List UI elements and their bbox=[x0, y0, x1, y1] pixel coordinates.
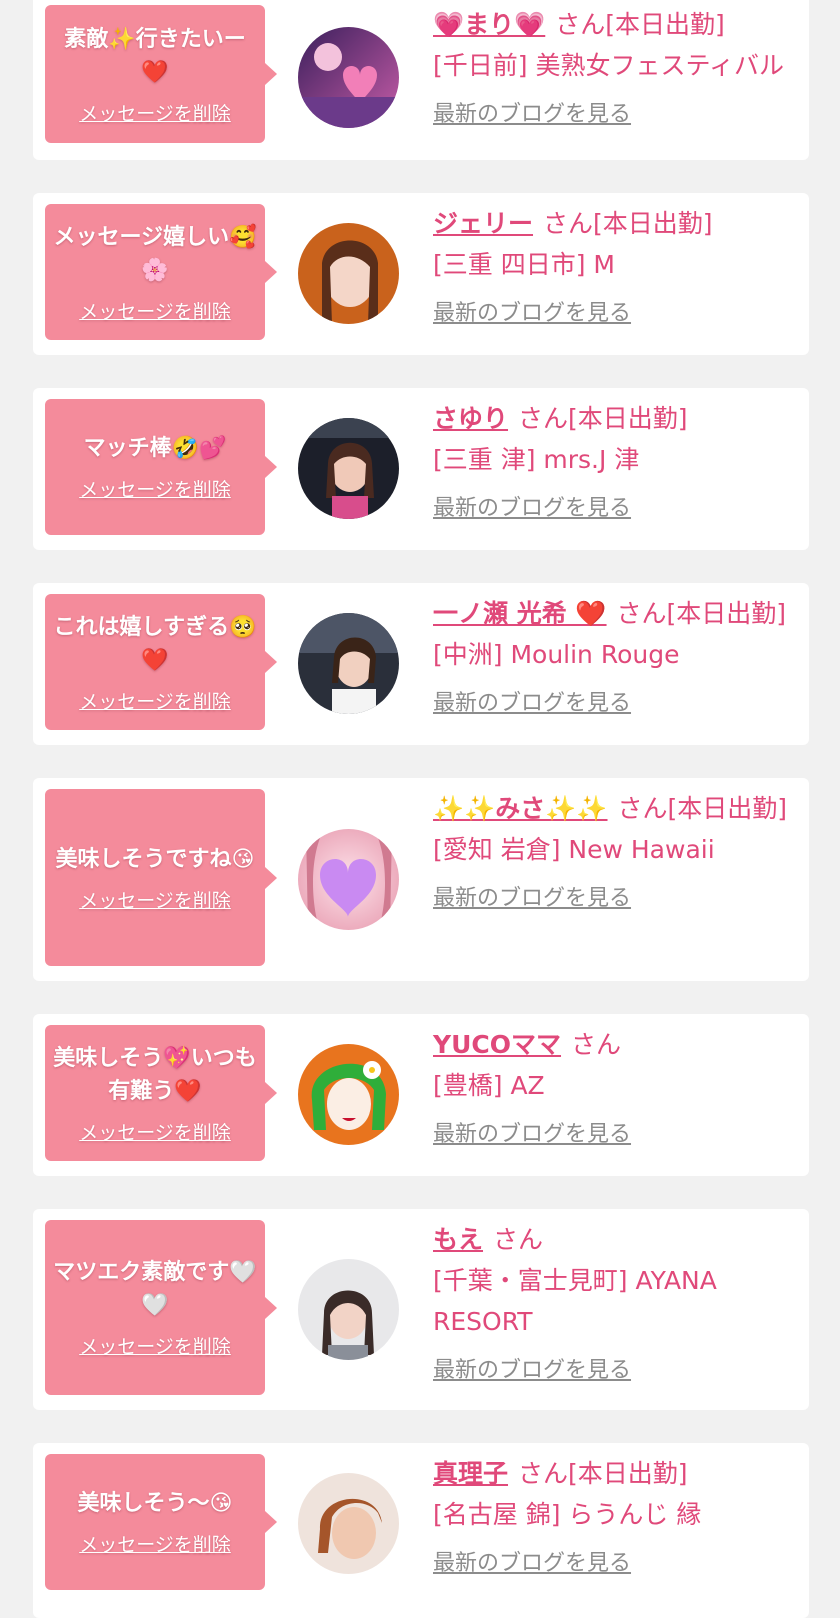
shop-label: [三重 津] mrs.J 津 bbox=[433, 445, 640, 474]
message-bubble: これは嬉しすぎる🥺❤️ メッセージを削除 bbox=[45, 594, 277, 730]
message-card: 素敵✨行きたいー❤️ メッセージを削除 💗まり💗 さん[本日出勤] [千日前] 美… bbox=[33, 0, 809, 160]
sender-info: 一ノ瀬 光希 ❤️ さん[本日出勤] [中洲] Moulin Rouge 最新のブ… bbox=[433, 593, 791, 717]
avatar-photo-icon bbox=[298, 1259, 399, 1360]
avatar[interactable] bbox=[298, 1473, 399, 1574]
message-card: マツエク素敵です🤍🤍 メッセージを削除 もえ さん [千葉・富士見町] AYANA… bbox=[33, 1209, 809, 1410]
shop-label: [名古屋 錦] らうんじ 縁 bbox=[433, 1500, 702, 1529]
message-card: マッチ棒🤣💕 メッセージを削除 さゆり さん[本日出勤] [三重 津] mrs.J… bbox=[33, 388, 809, 550]
sender-info: YUCOママ さん [豊橋] AZ 最新のブログを見る bbox=[433, 1024, 791, 1148]
message-bubble: 美味しそう〜😘 メッセージを削除 bbox=[45, 1454, 277, 1590]
sender-info: 真理子 さん[本日出勤] [名古屋 錦] らうんじ 縁 最新のブログを見る bbox=[433, 1453, 791, 1577]
sender-name-link[interactable]: ✨✨みさ✨✨ bbox=[433, 794, 608, 823]
avatar-photo-icon bbox=[298, 418, 399, 519]
message-card: 美味しそうですね😘 メッセージを削除 ✨✨みさ✨✨ さん[本日出勤] [愛知 岩倉… bbox=[33, 778, 809, 981]
message-text: マッチ棒🤣💕 bbox=[83, 436, 227, 461]
shop-label: [豊橋] AZ bbox=[433, 1071, 545, 1100]
avatar-photo-icon bbox=[298, 223, 399, 324]
avatar-photo-icon bbox=[298, 613, 399, 714]
shop-label: [中洲] Moulin Rouge bbox=[433, 640, 680, 669]
delete-message-link[interactable]: メッセージを削除 bbox=[79, 886, 231, 913]
sender-name-link[interactable]: 💗まり💗 bbox=[433, 10, 545, 39]
message-text: 美味しそう💖いつも有難う❤️ bbox=[53, 1045, 257, 1104]
message-text: 美味しそう〜😘 bbox=[77, 1491, 233, 1516]
sender-honorific: さん bbox=[493, 1225, 544, 1254]
sender-name-link[interactable]: ジェリー bbox=[433, 209, 533, 238]
sender-honorific: さん[本日出勤] bbox=[617, 794, 788, 823]
sender-name-link[interactable]: もえ bbox=[433, 1225, 483, 1254]
message-bubble: 美味しそう💖いつも有難う❤️ メッセージを削除 bbox=[45, 1025, 277, 1161]
sender-honorific: さん[本日出勤] bbox=[518, 404, 688, 433]
sender-name-link[interactable]: さゆり bbox=[433, 404, 508, 433]
avatar[interactable] bbox=[298, 1259, 399, 1360]
message-card: 美味しそう💖いつも有難う❤️ メッセージを削除 YUCOママ さん [豊橋] AZ… bbox=[33, 1014, 809, 1176]
avatar[interactable] bbox=[298, 418, 399, 519]
shop-label: [三重 四日市] M bbox=[433, 250, 615, 279]
sender-name-link[interactable]: YUCOママ bbox=[433, 1030, 561, 1059]
message-text: マツエク素敵です🤍🤍 bbox=[53, 1260, 257, 1318]
delete-message-link[interactable]: メッセージを削除 bbox=[79, 1118, 231, 1145]
sender-honorific: さん[本日出勤] bbox=[555, 10, 725, 39]
shop-label: [千葉・富士見町] AYANA RESORT bbox=[433, 1266, 717, 1336]
delete-message-link[interactable]: メッセージを削除 bbox=[79, 1332, 231, 1359]
latest-blog-link[interactable]: 最新のブログを見る bbox=[433, 1545, 631, 1577]
sender-honorific: さん bbox=[571, 1030, 622, 1059]
shop-label: [愛知 岩倉] New Hawaii bbox=[433, 835, 715, 864]
latest-blog-link[interactable]: 最新のブログを見る bbox=[433, 295, 631, 327]
sender-info: ジェリー さん[本日出勤] [三重 四日市] M 最新のブログを見る bbox=[433, 203, 791, 327]
avatar[interactable] bbox=[298, 27, 399, 128]
message-bubble: 素敵✨行きたいー❤️ メッセージを削除 bbox=[45, 5, 277, 143]
sender-info: もえ さん [千葉・富士見町] AYANA RESORT 最新のブログを見る bbox=[433, 1219, 791, 1384]
avatar-illustration-icon bbox=[298, 1044, 399, 1145]
delete-message-link[interactable]: メッセージを削除 bbox=[79, 1530, 231, 1557]
avatar[interactable] bbox=[298, 223, 399, 324]
delete-message-link[interactable]: メッセージを削除 bbox=[79, 99, 231, 126]
message-card: これは嬉しすぎる🥺❤️ メッセージを削除 一ノ瀬 光希 ❤️ さん[本日出勤] [… bbox=[33, 583, 809, 745]
message-list: 素敵✨行きたいー❤️ メッセージを削除 💗まり💗 さん[本日出勤] [千日前] 美… bbox=[0, 0, 840, 1618]
delete-message-link[interactable]: メッセージを削除 bbox=[79, 297, 231, 324]
latest-blog-link[interactable]: 最新のブログを見る bbox=[433, 1352, 631, 1384]
latest-blog-link[interactable]: 最新のブログを見る bbox=[433, 685, 631, 717]
sender-honorific: さん[本日出勤] bbox=[518, 1459, 688, 1488]
message-text: これは嬉しすぎる🥺❤️ bbox=[53, 614, 257, 673]
sender-honorific: さん[本日出勤] bbox=[616, 599, 787, 628]
delete-message-link[interactable]: メッセージを削除 bbox=[79, 687, 231, 714]
sender-info: 💗まり💗 さん[本日出勤] [千日前] 美熟女フェスティバル 最新のブログを見る bbox=[433, 4, 791, 128]
message-card: 美味しそう〜😘 メッセージを削除 真理子 さん[本日出勤] [名古屋 錦] らうん… bbox=[33, 1443, 809, 1618]
message-bubble: メッセージ嬉しい🥰🌸 メッセージを削除 bbox=[45, 204, 277, 340]
message-bubble: マツエク素敵です🤍🤍 メッセージを削除 bbox=[45, 1220, 277, 1395]
shop-label: [千日前] 美熟女フェスティバル bbox=[433, 51, 784, 80]
delete-message-link[interactable]: メッセージを削除 bbox=[79, 475, 231, 502]
message-bubble: 美味しそうですね😘 メッセージを削除 bbox=[45, 789, 277, 966]
latest-blog-link[interactable]: 最新のブログを見る bbox=[433, 490, 631, 522]
avatar-heart-blur-icon bbox=[298, 829, 399, 930]
latest-blog-link[interactable]: 最新のブログを見る bbox=[433, 1116, 631, 1148]
sender-name-link[interactable]: 一ノ瀬 光希 ❤️ bbox=[433, 599, 607, 628]
sender-honorific: さん[本日出勤] bbox=[543, 209, 713, 238]
message-card: メッセージ嬉しい🥰🌸 メッセージを削除 ジェリー さん[本日出勤] [三重 四日市… bbox=[33, 193, 809, 355]
sender-info: ✨✨みさ✨✨ さん[本日出勤] [愛知 岩倉] New Hawaii 最新のブログ… bbox=[433, 788, 791, 912]
avatar[interactable] bbox=[298, 1044, 399, 1145]
sender-info: さゆり さん[本日出勤] [三重 津] mrs.J 津 最新のブログを見る bbox=[433, 398, 791, 522]
message-text: 美味しそうですね😘 bbox=[55, 846, 255, 872]
message-bubble: マッチ棒🤣💕 メッセージを削除 bbox=[45, 399, 277, 535]
avatar-photo-icon bbox=[298, 1473, 399, 1574]
latest-blog-link[interactable]: 最新のブログを見る bbox=[433, 880, 631, 912]
latest-blog-link[interactable]: 最新のブログを見る bbox=[433, 96, 631, 128]
message-text: メッセージ嬉しい🥰🌸 bbox=[53, 224, 257, 283]
avatar-photo-icon bbox=[298, 27, 399, 128]
sender-name-link[interactable]: 真理子 bbox=[433, 1459, 508, 1488]
avatar[interactable] bbox=[298, 829, 399, 930]
message-text: 素敵✨行きたいー❤️ bbox=[64, 26, 246, 85]
avatar[interactable] bbox=[298, 613, 399, 714]
